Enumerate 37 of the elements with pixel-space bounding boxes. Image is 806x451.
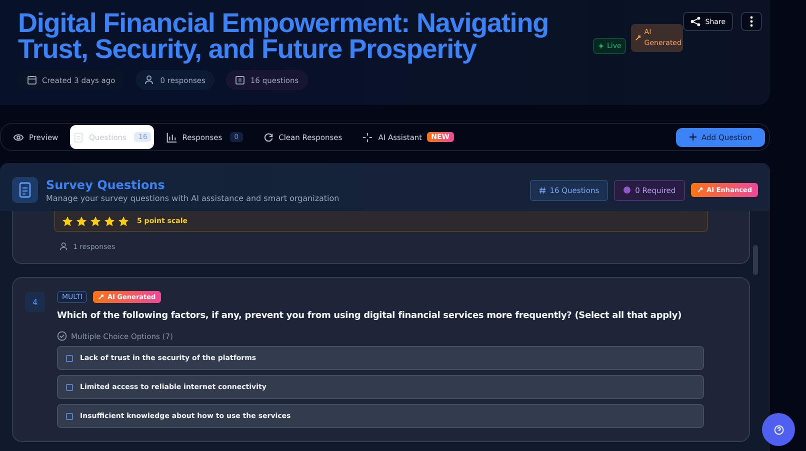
hash-icon [538,186,546,194]
dot-icon [623,186,632,194]
star-icon [62,216,73,226]
bar-chart-icon [166,132,178,142]
checkbox[interactable] [66,354,73,362]
star-icon [76,216,87,226]
checkbox[interactable] [66,384,73,390]
arrow-icon [98,294,104,300]
refresh-icon [262,132,274,142]
check-circle-icon [57,331,67,341]
question-text: Which of the following factors, if any, prevent you from using digital financial services more frequently? (Select all that apply) [57,311,683,321]
section-subtitle: Manage your survey questions with AI assistance and smart organization [46,194,340,202]
more-button[interactable] [740,12,762,31]
clipboard-icon [12,177,38,203]
clipboard-icon [235,75,246,85]
star-icon [90,216,101,226]
survey-title: Digital Financial Empowerment: Navigating Trust, Security, and Future Prosperity [18,10,550,62]
star-icon [104,216,115,226]
star-icon [118,216,129,226]
sparkle-icon [362,132,374,142]
share-icon [690,16,702,27]
section-title: Survey Questions [46,178,166,192]
question-number: 4 [25,292,45,312]
checkbox[interactable] [66,412,73,420]
arrow-icon [635,35,642,41]
user-icon [60,242,69,251]
eye-icon [13,132,24,142]
arrow-icon [696,187,703,193]
plus-icon [688,133,697,141]
clipboard-icon [73,132,84,142]
help-icon [774,424,784,434]
more-icon [750,16,752,27]
help-button[interactable] [762,413,795,446]
scrollbar[interactable] [753,245,758,275]
sparkle-icon [598,43,604,49]
calendar-icon [27,75,37,85]
user-icon [145,75,156,85]
